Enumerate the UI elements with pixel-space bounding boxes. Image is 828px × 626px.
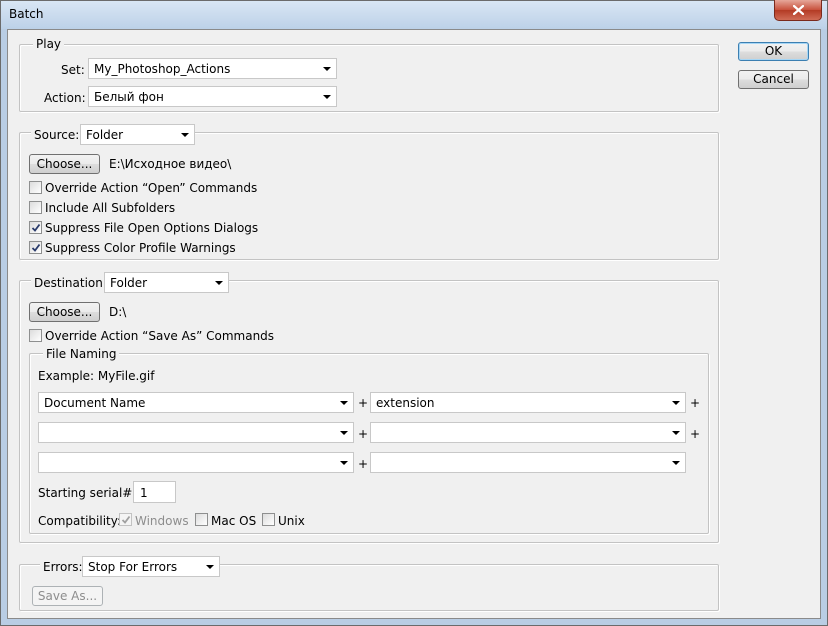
naming-field-3-2[interactable] bbox=[370, 452, 686, 473]
action-select[interactable]: Белый фон bbox=[88, 86, 337, 107]
compat-unix-checkbox[interactable] bbox=[262, 513, 275, 526]
destination-label: Destination: bbox=[31, 276, 110, 290]
include-subfolders-checkbox[interactable] bbox=[29, 201, 42, 214]
destination-choose-button[interactable]: Choose... bbox=[29, 302, 100, 322]
plus-sign: + bbox=[690, 427, 701, 441]
suppress-color-profile-checkbox[interactable] bbox=[29, 241, 42, 254]
chevron-down-icon bbox=[181, 133, 189, 137]
plus-sign: + bbox=[690, 396, 701, 410]
override-save-as-label[interactable]: Override Action “Save As” Commands bbox=[45, 329, 274, 343]
include-subfolders-label[interactable]: Include All Subfolders bbox=[45, 201, 175, 215]
destination-select-value: Folder bbox=[110, 276, 148, 290]
chevron-down-icon bbox=[215, 281, 223, 285]
title-bar[interactable]: Batch bbox=[1, 1, 827, 29]
chevron-down-icon bbox=[323, 67, 331, 71]
naming-field-1-2[interactable]: extension bbox=[370, 392, 686, 413]
chevron-down-icon bbox=[340, 401, 348, 405]
errors-label: Errors: bbox=[40, 560, 86, 574]
set-label: Set: bbox=[61, 63, 85, 77]
file-naming-legend: File Naming bbox=[43, 347, 120, 361]
cancel-button[interactable]: Cancel bbox=[738, 70, 809, 89]
suppress-open-options-checkbox[interactable] bbox=[29, 221, 42, 234]
errors-select-value: Stop For Errors bbox=[88, 560, 178, 574]
override-open-checkbox[interactable] bbox=[29, 181, 42, 194]
override-save-as-checkbox[interactable] bbox=[29, 329, 42, 342]
checkmark-icon bbox=[31, 223, 41, 232]
starting-serial-value: 1 bbox=[140, 486, 148, 500]
naming-field-value: extension bbox=[376, 396, 435, 410]
compat-windows-checkbox[interactable] bbox=[119, 513, 132, 526]
close-button[interactable] bbox=[774, 0, 822, 21]
compat-windows-label: Windows bbox=[135, 514, 189, 528]
starting-serial-label: Starting serial#: bbox=[38, 486, 137, 500]
set-select[interactable]: My_Photoshop_Actions bbox=[88, 58, 337, 79]
chevron-down-icon bbox=[340, 461, 348, 465]
naming-field-2-2[interactable] bbox=[370, 422, 686, 443]
checkmark-icon bbox=[121, 515, 131, 524]
chevron-down-icon bbox=[206, 565, 214, 569]
action-label: Action: bbox=[44, 91, 86, 105]
naming-field-2-1[interactable] bbox=[38, 422, 354, 443]
compat-macos-checkbox[interactable] bbox=[195, 513, 208, 526]
source-select-value: Folder bbox=[86, 128, 124, 142]
chevron-down-icon bbox=[340, 431, 348, 435]
chevron-down-icon bbox=[672, 461, 680, 465]
dialog-client-area: Play Set: My_Photoshop_Actions Action: Б… bbox=[7, 29, 821, 619]
source-select[interactable]: Folder bbox=[80, 124, 195, 145]
override-open-label[interactable]: Override Action “Open” Commands bbox=[45, 181, 257, 195]
chevron-down-icon bbox=[672, 401, 680, 405]
source-choose-button[interactable]: Choose... bbox=[29, 154, 100, 174]
ok-button[interactable]: OK bbox=[738, 42, 809, 61]
destination-path: D:\ bbox=[109, 305, 127, 319]
checkmark-icon bbox=[31, 243, 41, 252]
naming-field-3-1[interactable] bbox=[38, 452, 354, 473]
naming-field-value: Document Name bbox=[44, 396, 146, 410]
compat-unix-label[interactable]: Unix bbox=[278, 514, 305, 528]
window-title: Batch bbox=[9, 7, 44, 21]
plus-sign: + bbox=[358, 396, 369, 410]
source-label: Source: bbox=[31, 128, 83, 142]
suppress-color-profile-label[interactable]: Suppress Color Profile Warnings bbox=[45, 241, 236, 255]
plus-sign: + bbox=[358, 457, 369, 471]
errors-select[interactable]: Stop For Errors bbox=[82, 556, 220, 577]
set-select-value: My_Photoshop_Actions bbox=[94, 62, 231, 76]
plus-sign: + bbox=[358, 427, 369, 441]
chevron-down-icon bbox=[323, 95, 331, 99]
errors-save-as-button[interactable]: Save As... bbox=[32, 586, 103, 606]
compatibility-label: Compatibility: bbox=[38, 514, 122, 528]
suppress-open-options-label[interactable]: Suppress File Open Options Dialogs bbox=[45, 221, 258, 235]
action-select-value: Белый фон bbox=[94, 90, 164, 104]
naming-field-1-1[interactable]: Document Name bbox=[38, 392, 354, 413]
play-legend: Play bbox=[33, 37, 65, 51]
destination-select[interactable]: Folder bbox=[104, 272, 229, 293]
close-icon bbox=[793, 5, 804, 15]
starting-serial-input[interactable]: 1 bbox=[133, 481, 176, 503]
source-path: E:\Исходное видео\ bbox=[109, 157, 232, 171]
chevron-down-icon bbox=[672, 431, 680, 435]
compat-macos-label[interactable]: Mac OS bbox=[211, 514, 256, 528]
file-naming-example: Example: MyFile.gif bbox=[38, 369, 155, 383]
